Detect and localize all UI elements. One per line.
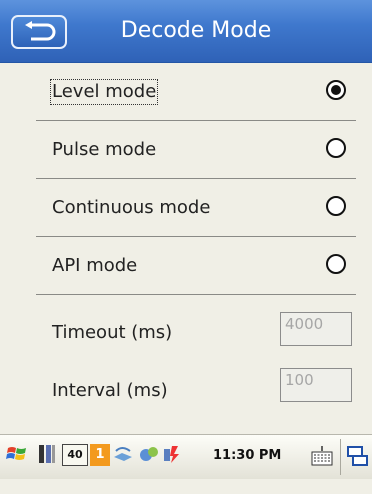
network-icon[interactable]	[112, 443, 134, 465]
page-title: Decode Mode	[120, 18, 272, 43]
connection-icon[interactable]	[162, 443, 184, 465]
radio-selected-dot	[331, 85, 341, 95]
option-continuous-mode[interactable]: Continuous mode	[36, 180, 356, 237]
badge-40-icon[interactable]: 40	[62, 444, 88, 466]
badge-1-icon[interactable]: 1	[90, 444, 110, 466]
radio-continuous-mode[interactable]	[326, 196, 346, 216]
option-pulse-mode[interactable]: Pulse mode	[36, 122, 356, 179]
timeout-label: Timeout (ms)	[52, 322, 173, 343]
back-button[interactable]	[11, 15, 67, 49]
radio-level-mode[interactable]	[326, 80, 346, 100]
system-tray: 40 1 11:30 PM	[0, 434, 372, 479]
option-api-mode[interactable]: API mode	[36, 238, 356, 295]
taskbar: 40 1 11:30 PM	[0, 424, 372, 494]
radio-pulse-mode[interactable]	[326, 138, 346, 158]
tray-divider	[340, 439, 341, 475]
title-bar: Decode Mode	[0, 0, 372, 63]
interval-label: Interval (ms)	[52, 380, 168, 401]
windows-start-icon[interactable]	[6, 443, 28, 465]
battery-icon[interactable]	[36, 443, 58, 465]
radio-api-mode[interactable]	[326, 254, 346, 274]
interval-field[interactable]: 100	[280, 368, 352, 402]
keyboard-icon[interactable]	[311, 445, 333, 467]
clock[interactable]: 11:30 PM	[213, 448, 281, 463]
option-label: API mode	[52, 255, 138, 276]
option-label: Level mode	[49, 79, 159, 105]
back-arrow-icon	[25, 21, 56, 41]
timeout-field[interactable]: 4000	[280, 312, 352, 346]
window-switch-icon[interactable]	[346, 445, 368, 467]
option-level-mode[interactable]: Level mode	[36, 64, 356, 121]
option-label: Continuous mode	[52, 197, 211, 218]
option-label: Pulse mode	[52, 139, 157, 160]
sync-icon[interactable]	[138, 443, 160, 465]
